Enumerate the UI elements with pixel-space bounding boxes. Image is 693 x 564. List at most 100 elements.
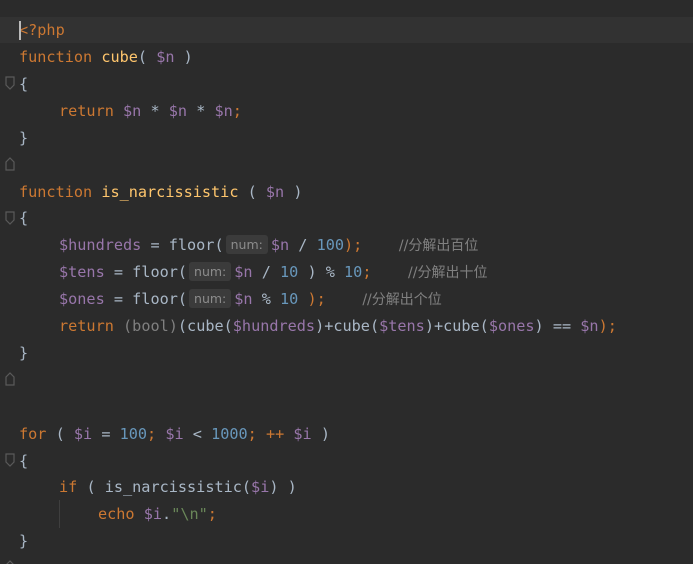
code-line-6[interactable]: function is_narcissistic ( $n )	[0, 179, 693, 225]
variable: $n	[168, 102, 188, 120]
operator: =	[92, 425, 120, 443]
function-call: (cube(	[177, 317, 233, 335]
operator: <	[183, 425, 212, 443]
code-line-2[interactable]: function cube( $n )	[0, 44, 693, 90]
operator: =	[141, 236, 169, 254]
punctuation: ) )	[269, 478, 297, 496]
punctuation: )	[311, 425, 330, 443]
code-line-9[interactable]: $tens = floor(num: $n / 10 ) % 10; //分解出十…	[0, 259, 693, 285]
operator: =	[104, 290, 133, 308]
code-line-16[interactable]: echo $i."\n";	[0, 501, 693, 527]
parameter-hint: num:	[225, 235, 268, 254]
operator: ) %	[298, 263, 345, 281]
code-line-15[interactable]: if ( is_narcissistic($i) )	[0, 474, 693, 500]
operator: *	[141, 102, 169, 120]
variable: $n	[156, 48, 175, 66]
code-text: $tens = floor(num: $n / 10 ) % 10; //分解出十…	[59, 259, 487, 285]
function-call: floor(	[132, 290, 188, 308]
code-text: {	[19, 209, 29, 227]
punctuation: ;	[232, 102, 242, 120]
variable: $i	[73, 425, 93, 443]
keyword: function	[19, 48, 93, 66]
keyword: for	[19, 425, 47, 443]
code-editor[interactable]: <?php function cube( $n ) { return $n * …	[0, 0, 693, 564]
punctuation: );	[298, 290, 326, 308]
number: 10	[280, 290, 299, 308]
code-line-7[interactable]: {	[0, 205, 693, 231]
fold-end-marker-icon[interactable]	[5, 366, 17, 392]
punctuation: ;	[207, 505, 217, 523]
comment: //分解出十位	[408, 265, 488, 281]
text-caret	[19, 21, 21, 40]
parameter-hint: num:	[189, 262, 232, 281]
function-call: )+cube(	[424, 317, 489, 335]
code-line-5[interactable]: }	[0, 125, 693, 171]
code-text: }	[19, 344, 29, 362]
operator: %	[252, 290, 280, 308]
punctuation: );	[344, 236, 363, 254]
punctuation: );	[598, 317, 617, 335]
variable: $tens	[379, 317, 425, 335]
code-text: {	[19, 452, 29, 470]
code-text: if ( is_narcissistic($i) )	[59, 474, 297, 500]
variable: $n	[580, 317, 599, 335]
code-line-10[interactable]: $ones = floor(num: $n % 10 ); //分解出个位	[0, 286, 693, 312]
code-text: for ( $i = 100; $i < 1000; ++ $i )	[19, 421, 330, 447]
variable: $i	[293, 425, 312, 443]
function-name: cube	[101, 48, 138, 66]
operator: =	[104, 263, 133, 281]
code-line-17[interactable]: }	[0, 528, 693, 564]
keyword: if	[59, 478, 78, 496]
function-call: )+cube(	[315, 317, 380, 335]
fold-end-marker-icon[interactable]	[5, 151, 17, 177]
variable: $ones	[59, 290, 105, 308]
punctuation: (	[238, 183, 266, 201]
code-line-11[interactable]: return (bool)(cube($hundreds)+cube($tens…	[0, 313, 693, 339]
code-line-14[interactable]: {	[0, 448, 693, 474]
variable: $n	[214, 102, 233, 120]
comment: //分解出个位	[362, 292, 442, 308]
punctuation: ;	[362, 263, 372, 281]
code-text: {	[19, 75, 29, 93]
punctuation: (	[137, 48, 157, 66]
keyword: function	[19, 183, 93, 201]
code-text: $hundreds = floor(num: $n / 100); //分解出百位	[59, 232, 478, 258]
code-line-12[interactable]: }	[0, 340, 693, 386]
number: 10	[280, 263, 299, 281]
code-line-3[interactable]: {	[0, 71, 693, 97]
keyword: echo	[98, 505, 135, 523]
code-line-1[interactable]: <?php	[0, 17, 693, 43]
variable: $n	[265, 183, 285, 201]
code-line-13[interactable]: for ( $i = 100; $i < 1000; ++ $i )	[0, 421, 693, 467]
code-text: return (bool)(cube($hundreds)+cube($tens…	[59, 313, 617, 339]
function-call: is_narcissistic(	[104, 478, 252, 496]
number: 100	[316, 236, 345, 254]
function-call: floor(	[168, 236, 224, 254]
fold-end-marker-icon[interactable]	[5, 554, 17, 564]
code-text: function cube( $n )	[19, 44, 193, 70]
code-text: echo $i."\n";	[98, 501, 217, 527]
variable: $n	[270, 236, 290, 254]
function-call: floor(	[132, 263, 188, 281]
keyword: return	[59, 102, 114, 120]
number: 1000	[211, 425, 248, 443]
variable: $hundreds	[232, 317, 316, 335]
variable: $i	[251, 478, 270, 496]
code-text: return $n * $n * $n;	[59, 98, 242, 124]
variable: $i	[143, 505, 163, 523]
code-text: function is_narcissistic ( $n )	[19, 179, 303, 205]
type-cast: (bool)	[123, 317, 178, 335]
code-line-4[interactable]: return $n * $n * $n;	[0, 98, 693, 124]
keyword: return	[59, 317, 114, 335]
code-line-8[interactable]: $hundreds = floor(num: $n / 100); //分解出百位	[0, 232, 693, 258]
operator: /	[252, 263, 280, 281]
code-text: <?php	[19, 17, 65, 43]
punctuation: ; ++	[247, 425, 294, 443]
punctuation: )	[174, 48, 193, 66]
variable: $ones	[488, 317, 535, 335]
variable: $tens	[59, 263, 105, 281]
variable: $n	[123, 102, 142, 120]
parameter-hint: num:	[189, 289, 232, 308]
php-open-tag: <?php	[19, 21, 65, 39]
